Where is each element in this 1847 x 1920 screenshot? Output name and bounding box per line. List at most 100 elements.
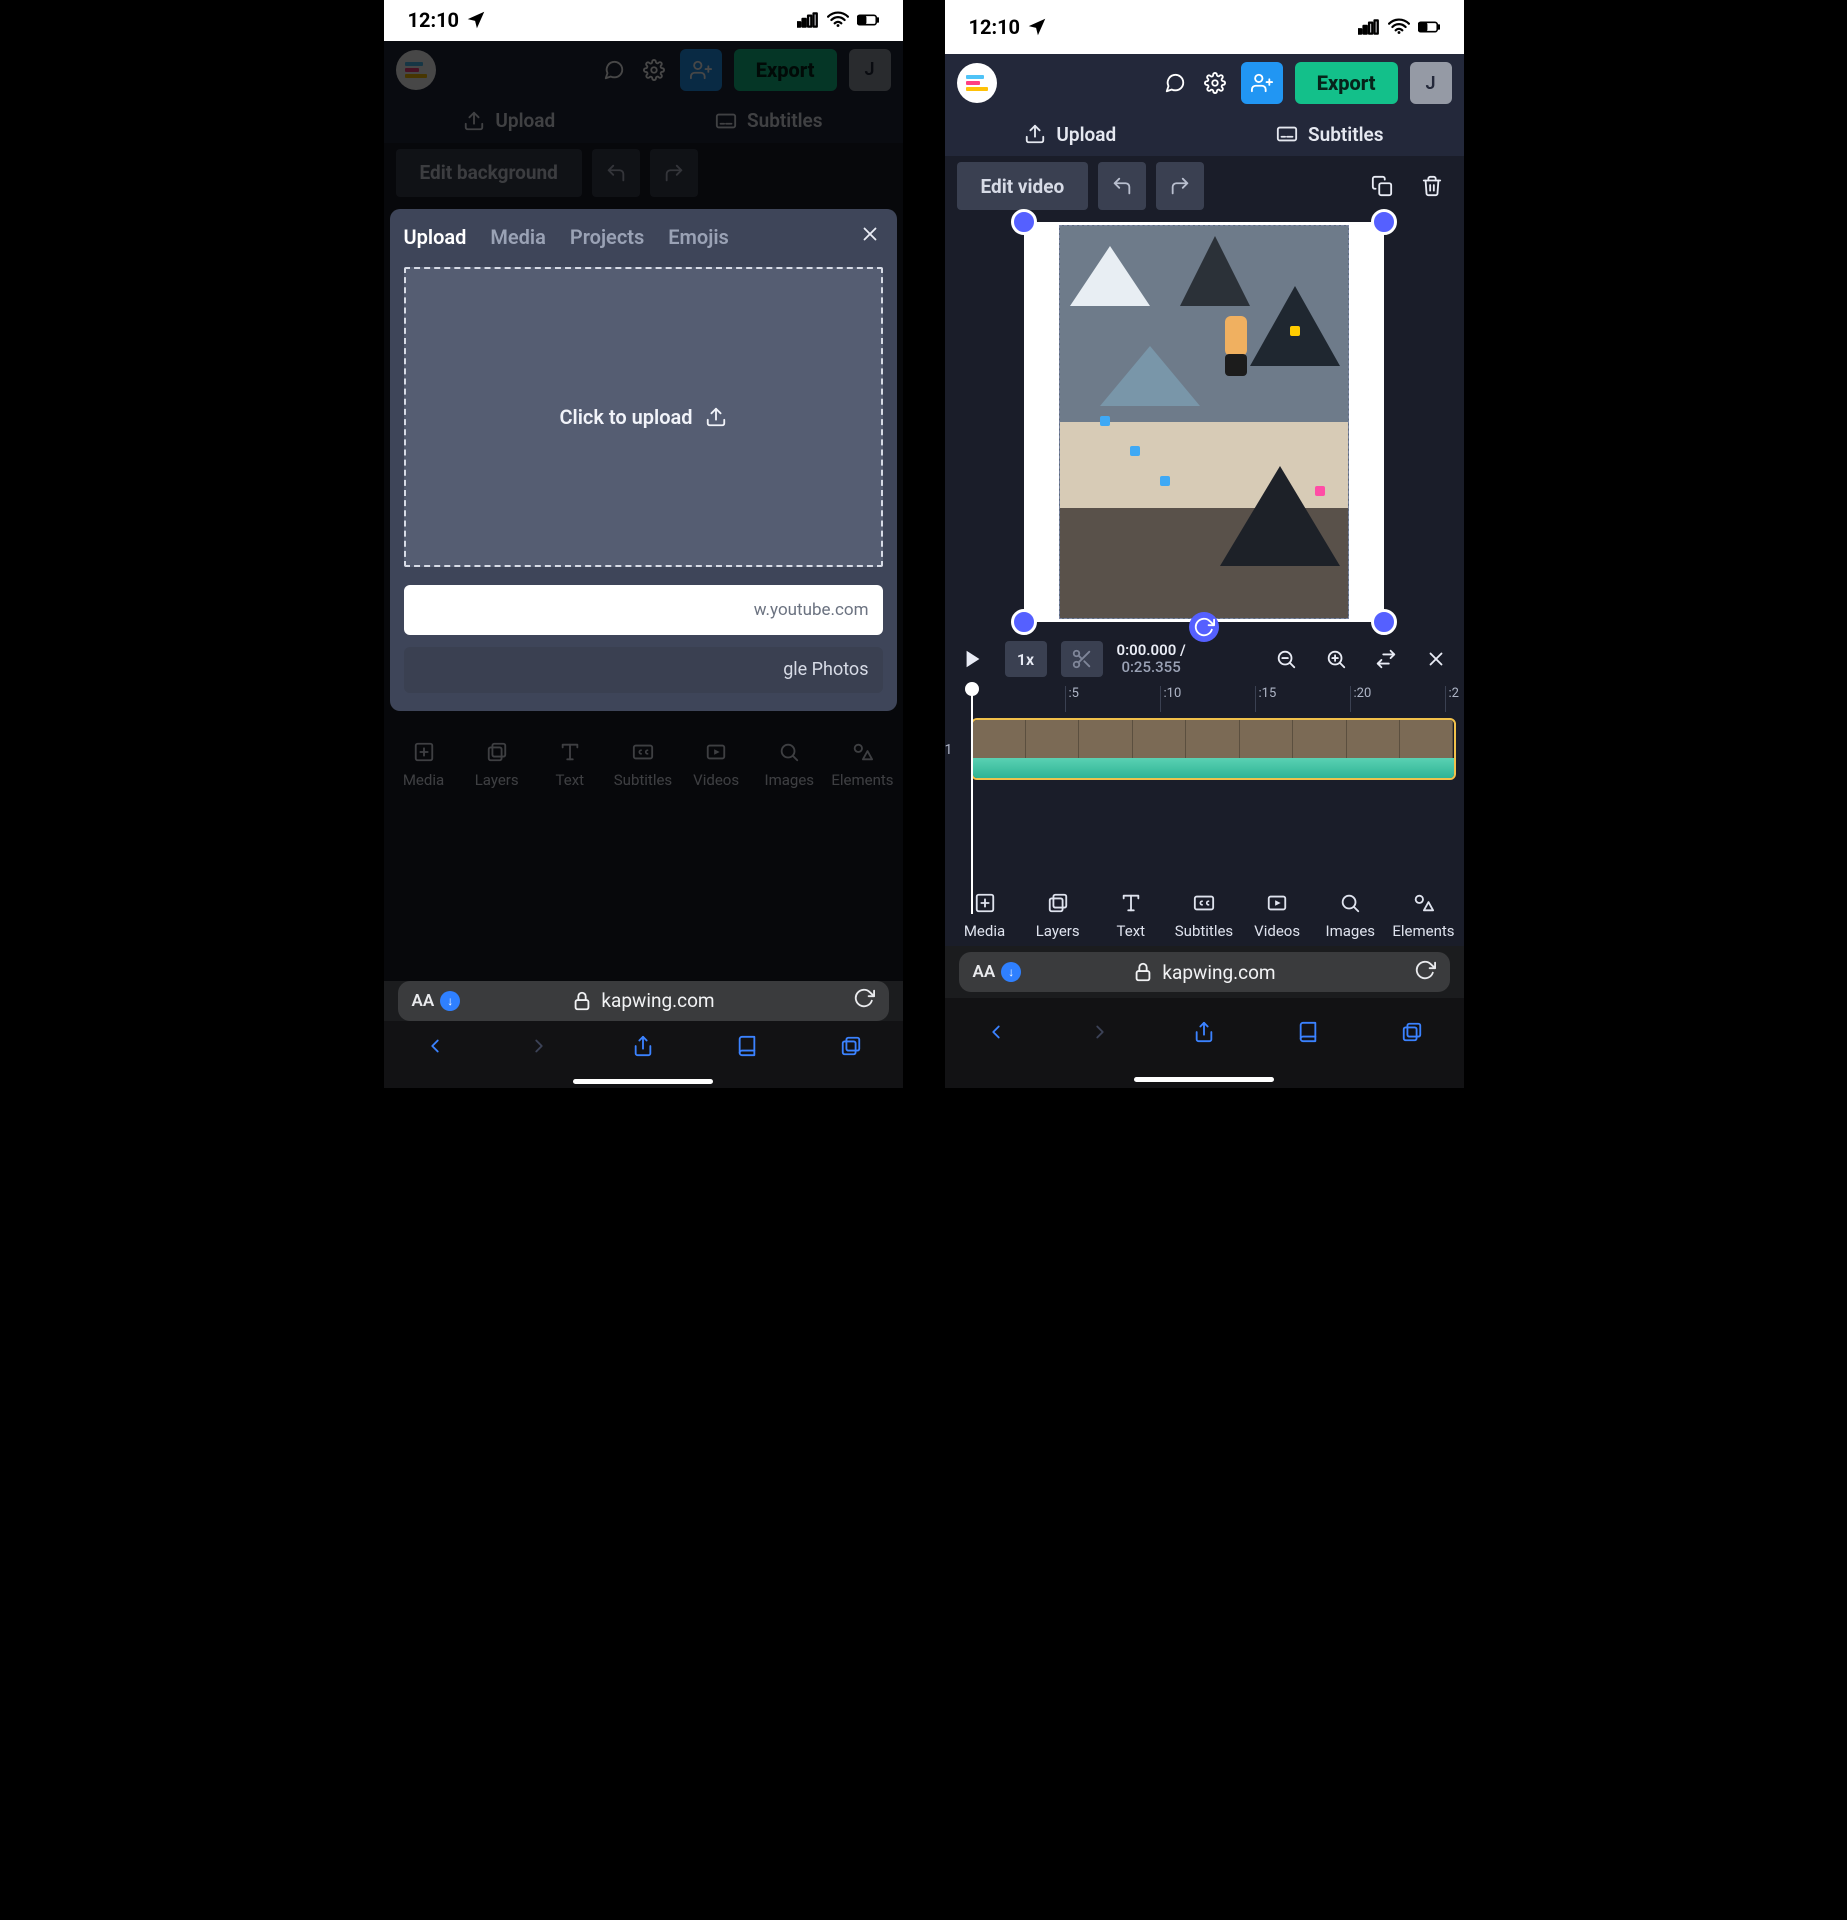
upload-tab[interactable]: Upload	[1024, 123, 1116, 146]
bb-videos[interactable]: Videos	[682, 739, 750, 789]
share-button[interactable]	[632, 1035, 654, 1061]
edit-video-button[interactable]: Edit video	[957, 162, 1089, 210]
bb-text[interactable]: Text	[1097, 890, 1165, 940]
bb-layers[interactable]: Layers	[463, 739, 531, 789]
media-plus-icon	[411, 739, 437, 765]
speed-button[interactable]: 1x	[1005, 641, 1047, 677]
panel-tab-projects[interactable]: Projects	[570, 225, 644, 249]
bb-elements[interactable]: Elements	[1389, 890, 1457, 940]
panel-tab-media[interactable]: Media	[490, 225, 545, 249]
bb-subtitles[interactable]: Subtitles	[1170, 890, 1238, 940]
bookmarks-button[interactable]	[1297, 1021, 1319, 1047]
location-icon	[1026, 16, 1048, 38]
home-indicator	[384, 1075, 903, 1089]
layers-icon	[1045, 890, 1071, 916]
fit-button[interactable]	[1368, 641, 1404, 677]
battery-icon	[857, 9, 879, 31]
video-clip[interactable]	[1059, 225, 1349, 619]
bb-elements[interactable]: Elements	[828, 739, 896, 789]
url-pill[interactable]: AA↓ kapwing.com	[959, 952, 1450, 992]
url-input[interactable]: w.youtube.com	[404, 585, 883, 635]
copy-button[interactable]	[1362, 166, 1402, 206]
redo-button[interactable]	[650, 149, 698, 197]
safari-address-bar: AA↓ kapwing.com	[384, 981, 903, 1021]
canvas[interactable]	[1024, 222, 1384, 622]
tabs-button[interactable]	[840, 1035, 862, 1061]
back-button[interactable]	[424, 1035, 446, 1061]
edit-row: Edit video	[945, 156, 1464, 216]
bb-text[interactable]: Text	[536, 739, 604, 789]
close-timeline-button[interactable]	[1418, 641, 1454, 677]
url-text: kapwing.com	[601, 989, 714, 1012]
aa-button[interactable]: AA↓	[973, 962, 1022, 982]
play-button[interactable]	[955, 641, 991, 677]
editor-bottom-bar: Media Layers Text Subtitles Videos Image…	[384, 717, 903, 795]
panel-tab-upload[interactable]: Upload	[404, 225, 467, 249]
close-panel-button[interactable]	[859, 223, 881, 249]
status-time: 12:10	[408, 8, 460, 32]
avatar[interactable]: J	[1410, 62, 1452, 104]
bb-media[interactable]: Media	[390, 739, 458, 789]
chat-icon[interactable]	[600, 56, 628, 84]
add-user-button[interactable]	[1241, 62, 1283, 104]
editor-bottom-bar: Media Layers Text Subtitles Videos Image…	[945, 868, 1464, 946]
chat-icon[interactable]	[1161, 69, 1189, 97]
subtitles-tab[interactable]: Subtitles	[715, 109, 823, 132]
share-button[interactable]	[1193, 1021, 1215, 1047]
edit-row: Edit background	[384, 143, 903, 203]
split-button[interactable]	[1061, 641, 1103, 677]
add-user-button[interactable]	[680, 49, 722, 91]
status-time: 12:10	[969, 15, 1021, 39]
delete-button[interactable]	[1412, 166, 1452, 206]
time-display: 0:00.000 / 0:25.355	[1117, 642, 1186, 677]
url-pill[interactable]: AA↓ kapwing.com	[398, 981, 889, 1021]
shapes-icon	[1410, 890, 1436, 916]
bookmarks-button[interactable]	[736, 1035, 758, 1061]
timeline-tracks[interactable]: 1	[945, 712, 1464, 808]
zoom-out-button[interactable]	[1268, 641, 1304, 677]
timeline-ruler[interactable]: :5 :10 :15 :20 :2	[945, 686, 1464, 712]
bb-images[interactable]: Images	[1316, 890, 1384, 940]
back-button[interactable]	[985, 1021, 1007, 1047]
reload-button[interactable]	[853, 987, 875, 1014]
subtitles-tab[interactable]: Subtitles	[1276, 123, 1384, 146]
undo-button[interactable]	[1098, 162, 1146, 210]
export-button[interactable]: Export	[734, 49, 837, 91]
upload-dropzone[interactable]: Click to upload	[404, 267, 883, 567]
resize-handle-tr[interactable]	[1371, 209, 1397, 235]
undo-button[interactable]	[592, 149, 640, 197]
status-indicators	[1358, 16, 1440, 38]
settings-icon[interactable]	[640, 56, 668, 84]
location-icon	[465, 9, 487, 31]
aa-button[interactable]: AA↓	[412, 991, 461, 1011]
app-header: Export J	[945, 54, 1464, 112]
resize-handle-bl[interactable]	[1011, 609, 1037, 635]
video-clip-timeline[interactable]	[971, 718, 1456, 780]
safari-toolbar	[384, 1021, 903, 1075]
panel-tab-emojis[interactable]: Emojis	[668, 225, 729, 249]
reload-button[interactable]	[1414, 959, 1436, 986]
settings-icon[interactable]	[1201, 69, 1229, 97]
avatar[interactable]: J	[849, 49, 891, 91]
bb-layers[interactable]: Layers	[1024, 890, 1092, 940]
export-button[interactable]: Export	[1295, 62, 1398, 104]
upload-tab[interactable]: Upload	[463, 109, 555, 132]
google-photos-button[interactable]: gle Photos	[404, 647, 883, 693]
cellular-icon	[797, 9, 819, 31]
forward-button	[1089, 1021, 1111, 1047]
zoom-in-button[interactable]	[1318, 641, 1354, 677]
secondary-nav: Upload Subtitles	[384, 99, 903, 143]
home-indicator	[945, 1070, 1464, 1088]
rotate-handle[interactable]	[1189, 612, 1219, 642]
resize-handle-br[interactable]	[1371, 609, 1397, 635]
bb-subtitles[interactable]: Subtitles	[609, 739, 677, 789]
shapes-icon	[849, 739, 875, 765]
resize-handle-tl[interactable]	[1011, 209, 1037, 235]
media-plus-icon	[972, 890, 998, 916]
redo-button[interactable]	[1156, 162, 1204, 210]
edit-background-button[interactable]: Edit background	[396, 149, 582, 197]
bb-images[interactable]: Images	[755, 739, 823, 789]
bb-media[interactable]: Media	[951, 890, 1019, 940]
bb-videos[interactable]: Videos	[1243, 890, 1311, 940]
tabs-button[interactable]	[1401, 1021, 1423, 1047]
